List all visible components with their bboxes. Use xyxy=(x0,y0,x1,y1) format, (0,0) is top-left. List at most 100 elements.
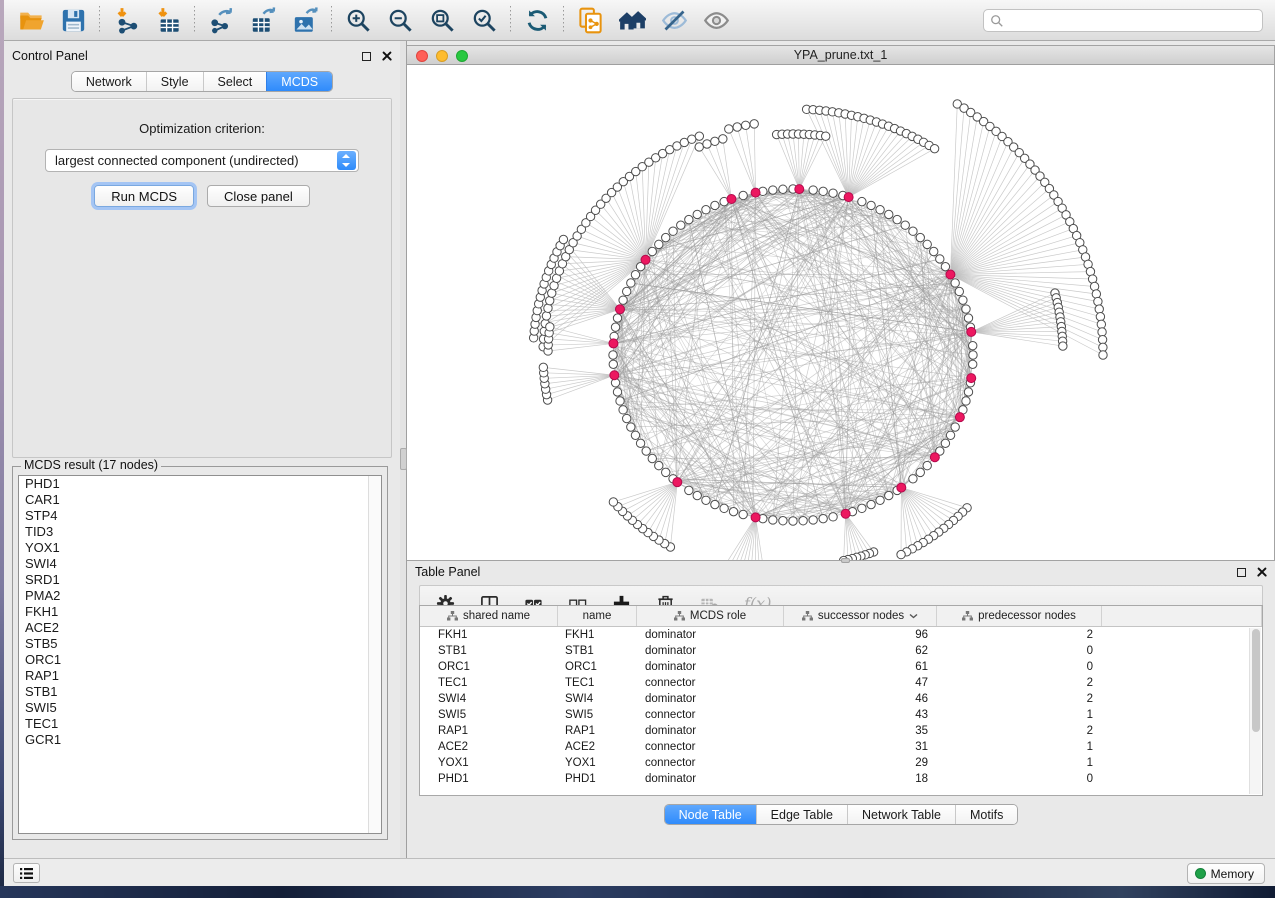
network-node[interactable] xyxy=(962,397,970,405)
search-input[interactable] xyxy=(1009,14,1256,28)
network-node[interactable] xyxy=(627,279,635,287)
mcds-result-item[interactable]: SWI4 xyxy=(19,556,381,572)
node-table[interactable]: shared namenameMCDS rolesuccessor nodesp… xyxy=(419,605,1263,796)
zoom-out-icon[interactable] xyxy=(379,3,421,37)
network-node[interactable] xyxy=(669,227,677,235)
leaf-node[interactable] xyxy=(930,144,938,152)
task-history-list-icon[interactable] xyxy=(13,863,40,883)
network-node[interactable] xyxy=(941,262,949,270)
leaf-node[interactable] xyxy=(695,143,703,151)
minimize-window-icon[interactable] xyxy=(436,50,448,62)
mcds-dominator-node[interactable] xyxy=(897,483,906,492)
mcds-result-list[interactable]: PHD1CAR1STP4TID3YOX1SWI4SRD1PMA2FKH1ACE2… xyxy=(18,475,382,834)
mcds-result-item[interactable]: FKH1 xyxy=(19,604,381,620)
float-window-icon[interactable] xyxy=(1237,568,1246,577)
table-scrollbar[interactable] xyxy=(1249,628,1261,794)
column-header-shared-name[interactable]: shared name xyxy=(420,606,558,626)
mcds-dominator-node[interactable] xyxy=(673,478,682,487)
network-window-titlebar[interactable]: YPA_prune.txt_1 xyxy=(407,46,1274,65)
network-graph[interactable] xyxy=(407,65,1274,560)
criterion-select[interactable]: largest connected component (undirected) xyxy=(45,149,359,172)
network-node[interactable] xyxy=(941,439,949,447)
mcds-dominator-node[interactable] xyxy=(751,188,760,197)
table-row[interactable]: SWI5SWI5connector431 xyxy=(420,707,1262,723)
network-node[interactable] xyxy=(662,233,670,241)
tab-edge-table[interactable]: Edge Table xyxy=(756,805,847,824)
float-window-icon[interactable] xyxy=(362,52,371,61)
network-node[interactable] xyxy=(693,210,701,218)
network-node[interactable] xyxy=(829,513,837,521)
leaf-node[interactable] xyxy=(703,140,711,148)
network-node[interactable] xyxy=(819,187,827,195)
leaf-node[interactable] xyxy=(1059,342,1067,350)
show-all-eye-icon[interactable] xyxy=(695,3,737,37)
column-header-predecessor-nodes[interactable]: predecessor nodes xyxy=(937,606,1102,626)
network-node[interactable] xyxy=(858,504,866,512)
network-node[interactable] xyxy=(685,215,693,223)
mcds-dominator-node[interactable] xyxy=(727,195,736,204)
network-node[interactable] xyxy=(936,255,944,263)
network-node[interactable] xyxy=(858,197,866,205)
network-canvas[interactable] xyxy=(407,65,1274,560)
table-row[interactable]: SWI4SWI4dominator462 xyxy=(420,691,1262,707)
network-node[interactable] xyxy=(829,189,837,197)
export-network-icon[interactable] xyxy=(200,3,242,37)
network-node[interactable] xyxy=(648,247,656,255)
network-node[interactable] xyxy=(616,397,624,405)
mcds-dominator-node[interactable] xyxy=(955,413,964,422)
tab-select[interactable]: Select xyxy=(203,72,267,91)
mcds-result-item[interactable]: TEC1 xyxy=(19,716,381,732)
leaf-node[interactable] xyxy=(1099,351,1107,359)
maximize-window-icon[interactable] xyxy=(456,50,468,62)
tab-motifs[interactable]: Motifs xyxy=(955,805,1017,824)
table-row[interactable]: ORC1ORC1dominator610 xyxy=(420,659,1262,675)
leaf-node[interactable] xyxy=(711,137,719,145)
close-panel-icon[interactable] xyxy=(382,51,392,61)
network-node[interactable] xyxy=(623,414,631,422)
network-node[interactable] xyxy=(613,388,621,396)
network-node[interactable] xyxy=(720,504,728,512)
network-node[interactable] xyxy=(655,240,663,248)
network-node[interactable] xyxy=(909,475,917,483)
network-node[interactable] xyxy=(809,186,817,194)
network-node[interactable] xyxy=(964,314,972,322)
network-node[interactable] xyxy=(893,215,901,223)
leaf-node[interactable] xyxy=(725,125,733,133)
network-node[interactable] xyxy=(909,227,917,235)
open-file-icon[interactable] xyxy=(10,3,52,37)
leaf-node[interactable] xyxy=(1094,297,1102,305)
mcds-dominator-node[interactable] xyxy=(967,327,976,336)
network-node[interactable] xyxy=(867,500,875,508)
mcds-result-item[interactable]: GCR1 xyxy=(19,732,381,748)
network-node[interactable] xyxy=(964,388,972,396)
tab-node-table[interactable]: Node Table xyxy=(665,805,756,824)
network-node[interactable] xyxy=(955,287,963,295)
network-node[interactable] xyxy=(885,210,893,218)
vertical-splitter[interactable] xyxy=(400,41,407,858)
mcds-result-item[interactable]: PMA2 xyxy=(19,588,381,604)
mcds-result-item[interactable]: ORC1 xyxy=(19,652,381,668)
mcds-dominator-node[interactable] xyxy=(930,453,939,462)
network-node[interactable] xyxy=(809,516,817,524)
tab-network-table[interactable]: Network Table xyxy=(847,805,955,824)
leaf-node[interactable] xyxy=(822,132,830,140)
network-node[interactable] xyxy=(916,468,924,476)
network-node[interactable] xyxy=(677,221,685,229)
leaf-node[interactable] xyxy=(1092,290,1100,298)
network-node[interactable] xyxy=(799,517,807,525)
network-node[interactable] xyxy=(702,206,710,214)
tab-network[interactable]: Network xyxy=(72,72,146,91)
leaf-node[interactable] xyxy=(897,550,905,558)
network-node[interactable] xyxy=(648,454,656,462)
network-node[interactable] xyxy=(867,201,875,209)
mcds-result-item[interactable]: ACE2 xyxy=(19,620,381,636)
list-scrollbar[interactable] xyxy=(368,476,381,833)
network-node[interactable] xyxy=(916,233,924,241)
tab-style[interactable]: Style xyxy=(146,72,203,91)
network-node[interactable] xyxy=(923,461,931,469)
mcds-dominator-node[interactable] xyxy=(641,255,650,264)
horizontal-splitter-handle[interactable] xyxy=(841,558,850,563)
network-node[interactable] xyxy=(969,351,977,359)
close-panel-icon[interactable] xyxy=(1257,567,1267,577)
network-node[interactable] xyxy=(693,491,701,499)
